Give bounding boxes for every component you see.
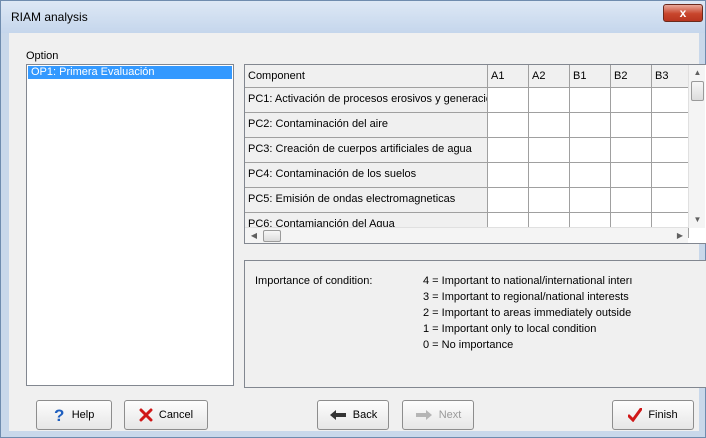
option-list[interactable]: OP1: Primera Evaluación — [26, 64, 234, 386]
grid-cell[interactable] — [611, 138, 652, 163]
next-button[interactable]: Next — [402, 400, 474, 430]
grid-cell[interactable] — [611, 113, 652, 138]
question-icon: ? — [54, 407, 66, 423]
column-header-component[interactable]: Component — [245, 65, 488, 88]
finish-button[interactable]: Finish — [612, 400, 694, 430]
window-title: RIAM analysis — [11, 10, 88, 24]
grid-cell[interactable] — [652, 163, 689, 188]
help-button-label: Help — [71, 409, 95, 421]
grid-cell[interactable] — [611, 163, 652, 188]
grid-cell[interactable] — [611, 188, 652, 213]
scroll-left-arrow-icon[interactable]: ◀ — [249, 231, 259, 240]
back-button[interactable]: Back — [317, 400, 389, 430]
column-header-b1[interactable]: B1 — [570, 65, 611, 88]
importance-line-0: 0 = No importance — [423, 339, 514, 351]
vertical-scrollbar[interactable]: ▲ ▼ — [688, 65, 705, 228]
grid-cell[interactable] — [570, 113, 611, 138]
grid-cell[interactable] — [529, 188, 570, 213]
grid-cell[interactable] — [611, 88, 652, 113]
grid-cell[interactable] — [488, 163, 529, 188]
scroll-up-arrow-icon[interactable]: ▲ — [689, 68, 706, 77]
next-button-label: Next — [438, 409, 462, 421]
component-grid[interactable]: Component A1 A2 B1 B2 B3 PC1: Activación… — [244, 64, 706, 244]
back-button-label: Back — [352, 409, 378, 421]
horizontal-scrollbar[interactable]: ◀ ▶ — [245, 227, 688, 243]
grid-cell[interactable] — [652, 88, 689, 113]
pointing-hand-left-icon — [329, 409, 347, 421]
importance-line-4: 4 = Important to national/international … — [423, 275, 633, 287]
row-header-pc2[interactable]: PC2: Contaminación del aire — [245, 113, 488, 138]
grid-cell[interactable] — [488, 138, 529, 163]
title-bar[interactable]: RIAM analysis x — [1, 1, 705, 33]
grid-cell[interactable] — [488, 188, 529, 213]
grid-cell[interactable] — [529, 163, 570, 188]
cancel-button[interactable]: Cancel — [124, 400, 208, 430]
pointing-hand-right-icon — [415, 409, 433, 421]
close-icon: x — [679, 6, 687, 20]
grid-cell[interactable] — [652, 138, 689, 163]
grid-cell[interactable] — [570, 188, 611, 213]
help-button[interactable]: ? Help — [36, 400, 112, 430]
row-header-pc1[interactable]: PC1: Activación de procesos erosivos y g… — [245, 88, 488, 113]
check-icon — [628, 408, 643, 422]
importance-label: Importance of condition: — [255, 275, 373, 287]
vertical-scroll-thumb[interactable] — [691, 81, 704, 101]
importance-line-3: 3 = Important to regional/national inter… — [423, 291, 629, 303]
grid-cell[interactable] — [488, 113, 529, 138]
grid-cell[interactable] — [570, 138, 611, 163]
scroll-right-arrow-icon[interactable]: ▶ — [675, 231, 685, 240]
option-label: Option — [26, 50, 59, 62]
cancel-button-label: Cancel — [158, 409, 194, 421]
grid-cell[interactable] — [570, 88, 611, 113]
svg-text:?: ? — [54, 407, 64, 423]
grid-cell[interactable] — [529, 138, 570, 163]
scroll-down-arrow-icon[interactable]: ▼ — [689, 215, 706, 224]
grid-cell[interactable] — [652, 113, 689, 138]
importance-line-2: 2 = Important to areas immediately outsi… — [423, 307, 632, 319]
grid-cell[interactable] — [488, 88, 529, 113]
row-header-pc5[interactable]: PC5: Emisión de ondas electromagneticas — [245, 188, 488, 213]
importance-info-panel: Importance of condition: 4 = Important t… — [244, 260, 706, 388]
column-header-a2[interactable]: A2 — [529, 65, 570, 88]
horizontal-scroll-thumb[interactable] — [263, 230, 281, 242]
row-header-pc4[interactable]: PC4: Contaminación de los suelos — [245, 163, 488, 188]
grid-cell[interactable] — [652, 188, 689, 213]
finish-button-label: Finish — [648, 409, 678, 421]
close-button[interactable]: x — [663, 4, 703, 22]
option-item-op1[interactable]: OP1: Primera Evaluación — [28, 66, 232, 79]
red-x-icon — [139, 408, 153, 422]
column-header-b3[interactable]: B3 — [652, 65, 689, 88]
row-header-pc3[interactable]: PC3: Creación de cuerpos artificiales de… — [245, 138, 488, 163]
grid-cell[interactable] — [570, 163, 611, 188]
grid-cell[interactable] — [529, 88, 570, 113]
grid-cell[interactable] — [529, 113, 570, 138]
column-header-b2[interactable]: B2 — [611, 65, 652, 88]
column-header-a1[interactable]: A1 — [488, 65, 529, 88]
importance-line-1: 1 = Important only to local condition — [423, 323, 597, 335]
